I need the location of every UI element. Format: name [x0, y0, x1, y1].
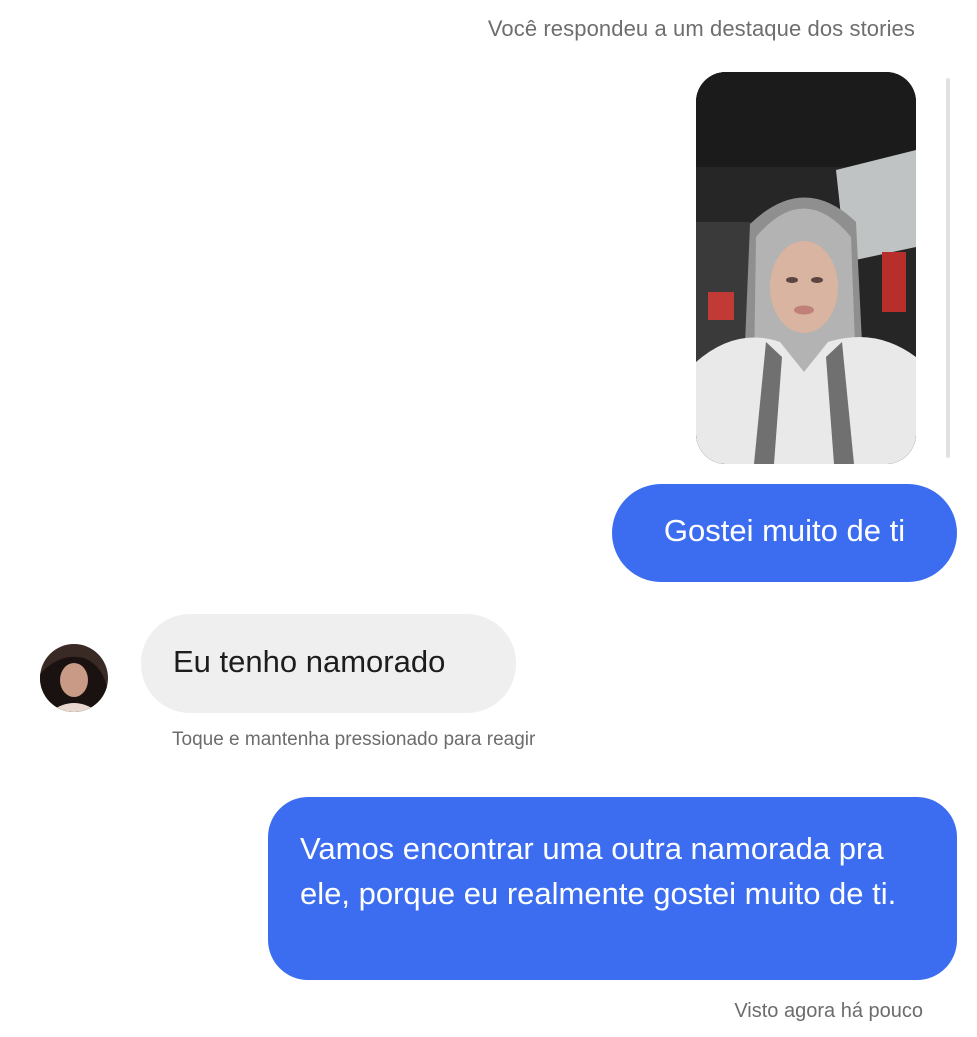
react-hint: Toque e mantenha pressionado para reagir: [172, 729, 536, 750]
message-text: Vamos encontrar uma outra namorada pra e…: [300, 831, 897, 911]
story-photo: [696, 72, 916, 464]
story-reply-label: Você respondeu a um destaque dos stories: [487, 16, 915, 41]
message-text: Gostei muito de ti: [663, 513, 906, 548]
story-highlight-thumbnail[interactable]: [696, 72, 916, 464]
seen-status: Visto agora há pouco: [734, 1000, 923, 1022]
outgoing-message[interactable]: Gostei muito de ti: [612, 484, 957, 582]
incoming-message[interactable]: Eu tenho namorado: [141, 614, 516, 713]
story-divider: [946, 78, 950, 458]
avatar-photo: [40, 644, 108, 712]
message-text: Eu tenho namorado: [173, 643, 446, 679]
outgoing-message[interactable]: Vamos encontrar uma outra namorada pra e…: [268, 797, 957, 980]
avatar[interactable]: [40, 644, 108, 712]
